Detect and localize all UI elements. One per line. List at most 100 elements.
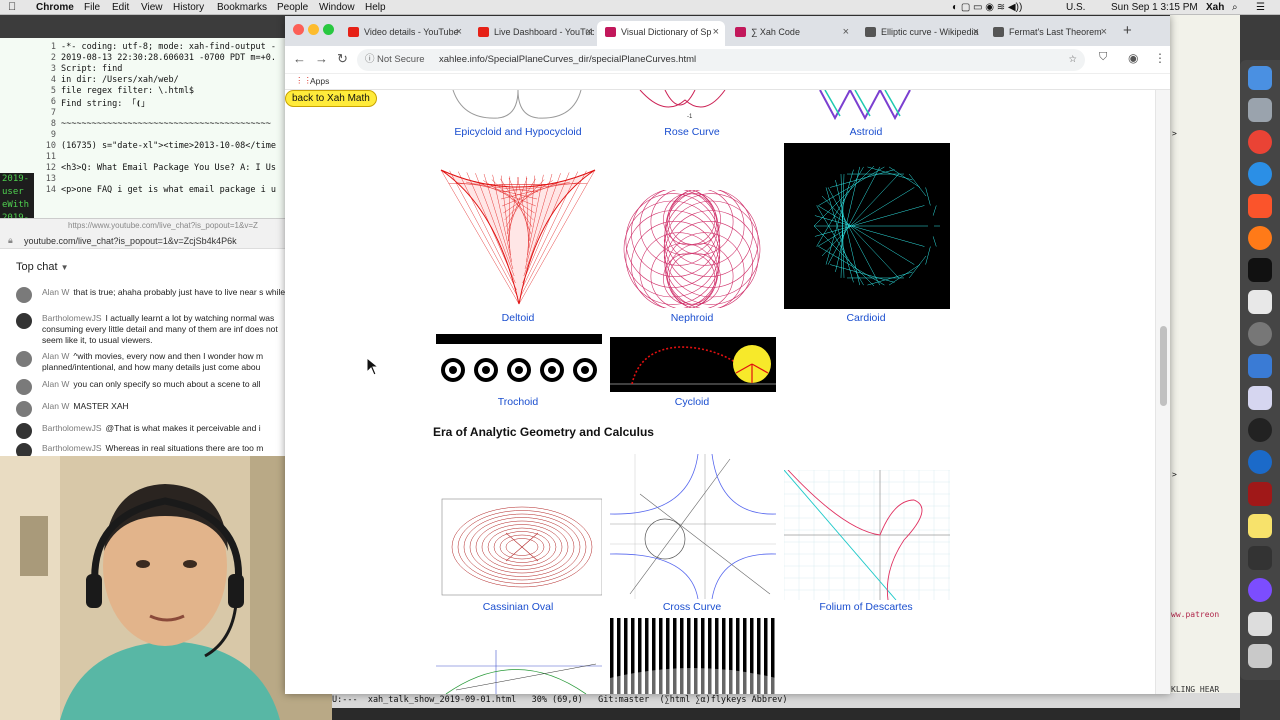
zoom-window-button[interactable] xyxy=(323,24,334,35)
caption-nephroid[interactable]: Nephroid xyxy=(607,312,777,324)
chat-author[interactable]: Alan W xyxy=(42,401,69,411)
figure-folium-descartes[interactable] xyxy=(784,470,950,600)
caption-deltoid[interactable]: Deltoid xyxy=(433,312,603,324)
editor-line[interactable]: 2019-08-13 22:30:28.606031 -0700 PDT m=+… xyxy=(61,53,276,63)
music-icon[interactable] xyxy=(1248,612,1272,636)
close-tab-icon[interactable]: × xyxy=(843,21,849,43)
find-output-buffer[interactable]: 1 -*- coding: utf-8; mode: xah-find-outpu… xyxy=(0,38,292,218)
photo-booth-icon[interactable] xyxy=(1248,482,1272,506)
status-icons[interactable]: ◐ ▢ ▭ ◉ ≋ ◀)) xyxy=(952,0,1022,15)
notes-icon[interactable] xyxy=(1248,514,1272,538)
figure-partial-conic[interactable] xyxy=(436,650,602,694)
caption-rose-curve[interactable]: Rose Curve xyxy=(607,126,777,138)
tab-5[interactable]: Elliptic curve - Wikipedia × xyxy=(857,21,985,46)
top-chat-dropdown[interactable]: Top chat ▼ xyxy=(16,261,69,273)
menu-bookmarks[interactable]: Bookmarks xyxy=(217,0,267,15)
figure-nephroid[interactable] xyxy=(610,190,774,308)
launchpad-icon[interactable] xyxy=(1248,98,1272,122)
tab-2[interactable]: Live Dashboard - YouTube × xyxy=(470,21,598,46)
chat-url[interactable]: youtube.com/live_chat?is_popout=1&v=ZcjS… xyxy=(24,236,237,246)
close-tab-icon[interactable]: × xyxy=(1101,21,1107,43)
brave-icon[interactable] xyxy=(1248,194,1272,218)
forward-arrow-icon[interactable]: → xyxy=(315,51,328,66)
finder-icon[interactable] xyxy=(1248,66,1272,90)
menu-view[interactable]: View xyxy=(141,0,163,15)
chat-author[interactable]: Alan W xyxy=(42,287,69,297)
close-tab-icon[interactable]: × xyxy=(456,21,462,43)
back-arrow-icon[interactable]: ← xyxy=(293,51,306,66)
editor-line[interactable]: <h3>Q: What Email Package You Use? A: I … xyxy=(61,163,276,173)
avatar[interactable] xyxy=(16,287,32,303)
figure-partial-stripes[interactable] xyxy=(610,618,776,694)
scrollbar-thumb[interactable] xyxy=(1160,326,1167,406)
figure-cross-curve[interactable] xyxy=(610,454,776,599)
caption-folium-descartes[interactable]: Folium of Descartes xyxy=(781,601,951,613)
menu-edit[interactable]: Edit xyxy=(112,0,129,15)
reload-icon[interactable]: ↻ xyxy=(337,51,348,67)
chat-author[interactable]: BartholomewJS xyxy=(42,313,102,323)
figure-rose-curve[interactable]: -1 xyxy=(625,90,755,120)
chat-author[interactable]: BartholomewJS xyxy=(42,423,102,433)
trash-icon[interactable] xyxy=(1248,644,1272,668)
editor-line[interactable]: ~~~~~~~~~~~~~~~~~~~~~~~~~~~~~~~~~~~~~~~~… xyxy=(61,119,271,129)
caption-cassinian-oval[interactable]: Cassinian Oval xyxy=(433,601,603,613)
page-scrollbar[interactable] xyxy=(1155,90,1170,694)
menu-window[interactable]: Window xyxy=(319,0,355,15)
input-locale[interactable]: U.S. xyxy=(1066,0,1085,15)
figure-epicycloid[interactable] xyxy=(443,90,591,120)
apps-bookmark[interactable]: Apps xyxy=(310,76,329,86)
avatar[interactable] xyxy=(16,351,32,367)
close-tab-icon[interactable]: × xyxy=(586,21,592,43)
tab-6[interactable]: Fermat's Last Theorem × xyxy=(985,21,1113,46)
close-window-button[interactable] xyxy=(293,24,304,35)
minimize-window-button[interactable] xyxy=(308,24,319,35)
address-bar[interactable]: ⓘ Not Secure xahlee.info/SpecialPlaneCur… xyxy=(357,49,1085,71)
bookmark-star-icon[interactable]: ☆ xyxy=(1068,49,1077,71)
avatar[interactable] xyxy=(16,313,32,329)
caption-astroid[interactable]: Astroid xyxy=(781,126,951,138)
clock[interactable]: Sun Sep 1 3:15 PM xyxy=(1111,0,1198,15)
safari-icon[interactable] xyxy=(1248,162,1272,186)
tab-1[interactable]: Video details - YouTube × xyxy=(340,21,468,46)
terminal-icon[interactable] xyxy=(1248,258,1272,282)
caption-cross-curve[interactable]: Cross Curve xyxy=(607,601,777,613)
url-text[interactable]: xahlee.info/SpecialPlaneCurves_dir/speci… xyxy=(439,49,696,71)
avatar[interactable] xyxy=(16,379,32,395)
close-tab-icon[interactable]: × xyxy=(973,21,979,43)
chat-author[interactable]: BartholomewJS xyxy=(42,443,102,453)
caption-epicycloid[interactable]: Epicycloid and Hypocycloid xyxy=(433,126,603,138)
figure-deltoid[interactable] xyxy=(437,168,597,308)
app-icon-dark[interactable] xyxy=(1248,546,1272,570)
editor-line[interactable]: (16735) s="date-xl"><time>2013-10-08</ti… xyxy=(61,141,276,151)
editor-line[interactable]: -*- coding: utf-8; mode: xah-find-output… xyxy=(61,42,276,52)
menu-list-icon[interactable]: ☰ xyxy=(1256,0,1265,15)
figure-trochoid[interactable] xyxy=(436,334,602,393)
emacs-icon[interactable] xyxy=(1248,578,1272,602)
firefox-icon[interactable] xyxy=(1248,226,1272,250)
menu-app-name[interactable]: Chrome xyxy=(36,0,74,15)
menu-file[interactable]: File xyxy=(84,0,100,15)
figure-cassinian-oval[interactable] xyxy=(436,497,602,597)
editor-line[interactable]: <p>one FAQ i get is what email package i… xyxy=(61,185,276,195)
new-tab-button[interactable]: + xyxy=(1123,22,1132,39)
chat-author[interactable]: Alan W xyxy=(42,379,69,389)
figure-cardioid[interactable] xyxy=(784,143,950,309)
tab-4[interactable]: ∑ Xah Code × xyxy=(727,21,855,46)
editor-line[interactable]: Find string: 「❪」 xyxy=(61,97,150,109)
textedit-icon[interactable] xyxy=(1248,290,1272,314)
profile-avatar-icon[interactable]: ◉ xyxy=(1128,51,1138,65)
editor-line[interactable]: in dir: /Users/xah/web/ xyxy=(61,75,179,85)
menu-people[interactable]: People xyxy=(277,0,308,15)
chat-author[interactable]: Alan W xyxy=(42,351,69,361)
apple-icon[interactable]:  xyxy=(8,0,16,15)
app-icon-generic[interactable] xyxy=(1248,386,1272,410)
tab-3[interactable]: Visual Dictionary of Sp × xyxy=(597,21,725,46)
figure-astroid[interactable] xyxy=(795,90,935,120)
info-icon[interactable]: ⓘ xyxy=(365,49,375,71)
search-icon[interactable]: ⌕ xyxy=(1232,0,1238,15)
obs-icon[interactable] xyxy=(1248,418,1272,442)
caption-cardioid[interactable]: Cardioid xyxy=(781,312,951,324)
caption-trochoid[interactable]: Trochoid xyxy=(433,396,603,408)
figure-cycloid[interactable] xyxy=(610,337,776,392)
avatar[interactable] xyxy=(16,423,32,439)
